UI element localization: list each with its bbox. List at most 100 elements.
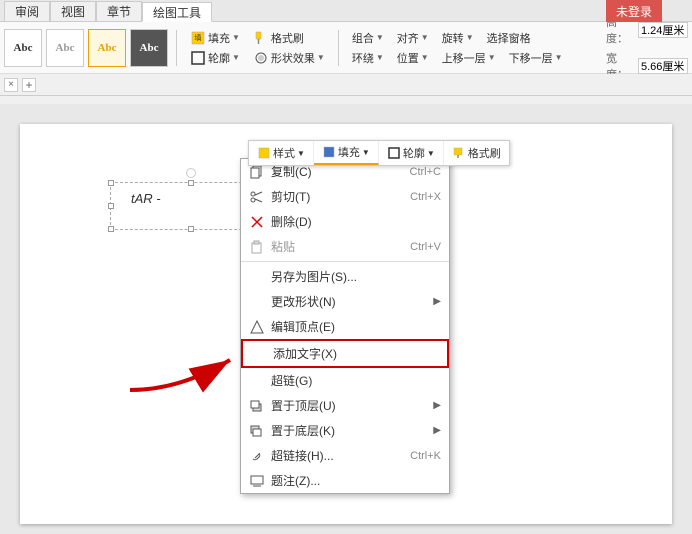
width-input[interactable] (638, 58, 688, 74)
ctx-cut-label: 剪切(T) (271, 188, 310, 205)
move-up-btn[interactable]: 上移一层 ▼ (437, 49, 501, 67)
position-label: 位置 (397, 50, 419, 66)
mini-outline-icon (387, 146, 401, 160)
mini-fill-label: 填充 (338, 144, 360, 160)
close-tab-btn[interactable]: × (4, 78, 18, 92)
ctx-edit-vertex-label: 编辑顶点(E) (271, 318, 335, 335)
tab-review[interactable]: 审阅 (4, 1, 50, 21)
ctx-caption[interactable]: 题注(Z)... (241, 468, 449, 493)
position-btn[interactable]: 位置 ▼ (392, 49, 434, 67)
shape-style-label-3: Abc (98, 42, 117, 54)
shape-style-btn-2[interactable]: Abc (46, 29, 84, 67)
format-brush-btn[interactable]: 格式刷 (248, 29, 309, 47)
rotate-arrow: ▼ (466, 33, 474, 42)
ctx-hyperlink-g[interactable]: 超链(G) (241, 368, 449, 393)
caption-icon (249, 473, 265, 489)
ctx-add-text-label: 添加文字(X) (273, 345, 337, 362)
fill-btn[interactable]: 填 填充 ▼ (185, 29, 245, 47)
ctx-cut-shortcut: Ctrl+X (410, 191, 441, 203)
handle-ml[interactable] (108, 203, 114, 209)
outline-btn[interactable]: 轮廓 ▼ (185, 49, 245, 67)
shape-style-btn-1[interactable]: Abc (4, 29, 42, 67)
tab-bar: 审阅 视图 章节 绘图工具 未登录 (0, 0, 692, 22)
arrange-btn[interactable]: 组合 ▼ (347, 29, 389, 47)
outline-icon (190, 50, 206, 66)
change-shape-submenu-arrow: ▶ (433, 296, 441, 307)
ctx-paste-label: 粘贴 (271, 238, 295, 255)
wrap-arrow: ▼ (376, 53, 384, 62)
mini-fill-arrow: ▼ (362, 148, 370, 157)
handle-bm[interactable] (188, 226, 194, 232)
mini-fill-icon (322, 145, 336, 159)
select-area-btn[interactable]: 选择窗格 (482, 29, 536, 47)
tab-section[interactable]: 章节 (96, 1, 142, 21)
move-down-label: 下移一层 (509, 50, 553, 66)
arrange-arrow: ▼ (376, 33, 384, 42)
mini-format-btn[interactable]: 格式刷 (444, 141, 509, 165)
ctx-paste-shortcut: Ctrl+V (410, 241, 441, 253)
mini-fill-btn[interactable]: 填充 ▼ (314, 141, 379, 165)
context-menu: 复制(C) Ctrl+C 剪切(T) Ctrl+X 删除(D) 粘贴 Ctrl+… (240, 158, 450, 494)
mini-format-label: 格式刷 (468, 145, 501, 161)
handle-tl[interactable] (108, 180, 114, 186)
shape-style-btn-3[interactable]: Abc (88, 29, 126, 67)
ctx-add-text[interactable]: 添加文字(X) (241, 339, 449, 368)
ctx-hyperlink-h-shortcut: Ctrl+K (410, 450, 441, 462)
add-text-icon (251, 346, 267, 362)
paste-icon (249, 239, 265, 255)
ctx-copy-shortcut: Ctrl+C (410, 166, 441, 178)
link-icon (249, 448, 265, 464)
format-brush-icon (253, 30, 269, 46)
red-arrow (120, 340, 250, 403)
shape-effect-label: 形状效果 (271, 50, 315, 66)
ctx-hyperlink-h[interactable]: 超链接(H)... Ctrl+K (241, 443, 449, 468)
mini-format-icon (452, 146, 466, 160)
ctx-bring-top-label: 置于顶层(U) (271, 397, 336, 414)
align-btn[interactable]: 对齐 ▼ (392, 29, 434, 47)
scissors-icon (249, 189, 265, 205)
mini-outline-label: 轮廓 (403, 145, 425, 161)
ctx-cut[interactable]: 剪切(T) Ctrl+X (241, 184, 449, 209)
save-image-icon (249, 269, 265, 285)
ctx-save-image[interactable]: 另存为图片(S)... (241, 264, 449, 289)
ctx-change-shape-label: 更改形状(N) (271, 293, 336, 310)
shape-style-btn-4[interactable]: Abc (130, 29, 168, 67)
mini-style-btn[interactable]: 样式 ▼ (249, 141, 314, 165)
handle-bl[interactable] (108, 226, 114, 232)
move-down-btn[interactable]: 下移一层 ▼ (504, 49, 568, 67)
outline-arrow: ▼ (232, 53, 240, 62)
ctx-change-shape[interactable]: 更改形状(N) ▶ (241, 289, 449, 314)
select-area-label: 选择窗格 (487, 30, 531, 46)
mini-style-label: 样式 (273, 145, 295, 161)
add-tab-btn[interactable]: + (22, 78, 36, 92)
handle-tm[interactable] (188, 180, 194, 186)
login-button[interactable]: 未登录 (606, 0, 662, 22)
mini-style-icon (257, 146, 271, 160)
doc-tabs-row: × + (0, 74, 692, 96)
position-arrow: ▼ (421, 53, 429, 62)
ctx-caption-label: 题注(Z)... (271, 472, 320, 489)
height-input[interactable] (638, 22, 688, 38)
rotate-btn[interactable]: 旋转 ▼ (437, 29, 479, 47)
ctx-send-bottom[interactable]: 置于底层(K) ▶ (241, 418, 449, 443)
format-brush-label: 格式刷 (271, 30, 304, 46)
bring-top-submenu-arrow: ▶ (433, 400, 441, 411)
ctx-delete[interactable]: 删除(D) (241, 209, 449, 234)
ctx-edit-vertex[interactable]: 编辑顶点(E) (241, 314, 449, 339)
divider-1 (176, 30, 177, 66)
rotate-label: 旋转 (442, 30, 464, 46)
ctx-paste[interactable]: 粘贴 Ctrl+V (241, 234, 449, 259)
shape-effect-btn[interactable]: 形状效果 ▼ (248, 49, 330, 67)
ctx-bring-top[interactable]: 置于顶层(U) ▶ (241, 393, 449, 418)
mini-outline-btn[interactable]: 轮廓 ▼ (379, 141, 444, 165)
fill-arrow: ▼ (232, 33, 240, 42)
rotate-handle[interactable] (186, 168, 196, 178)
move-down-arrow: ▼ (555, 53, 563, 62)
shape-effect-arrow: ▼ (317, 53, 325, 62)
wrap-btn[interactable]: 环绕 ▼ (347, 49, 389, 67)
mini-floating-toolbar: 样式 ▼ 填充 ▼ 轮廓 ▼ 格式刷 (248, 140, 510, 166)
ctx-hyperlink-g-label: 超链(G) (271, 372, 312, 389)
divider-2 (338, 30, 339, 66)
tab-drawing-tools[interactable]: 绘图工具 (142, 2, 212, 22)
tab-view[interactable]: 视图 (50, 1, 96, 21)
